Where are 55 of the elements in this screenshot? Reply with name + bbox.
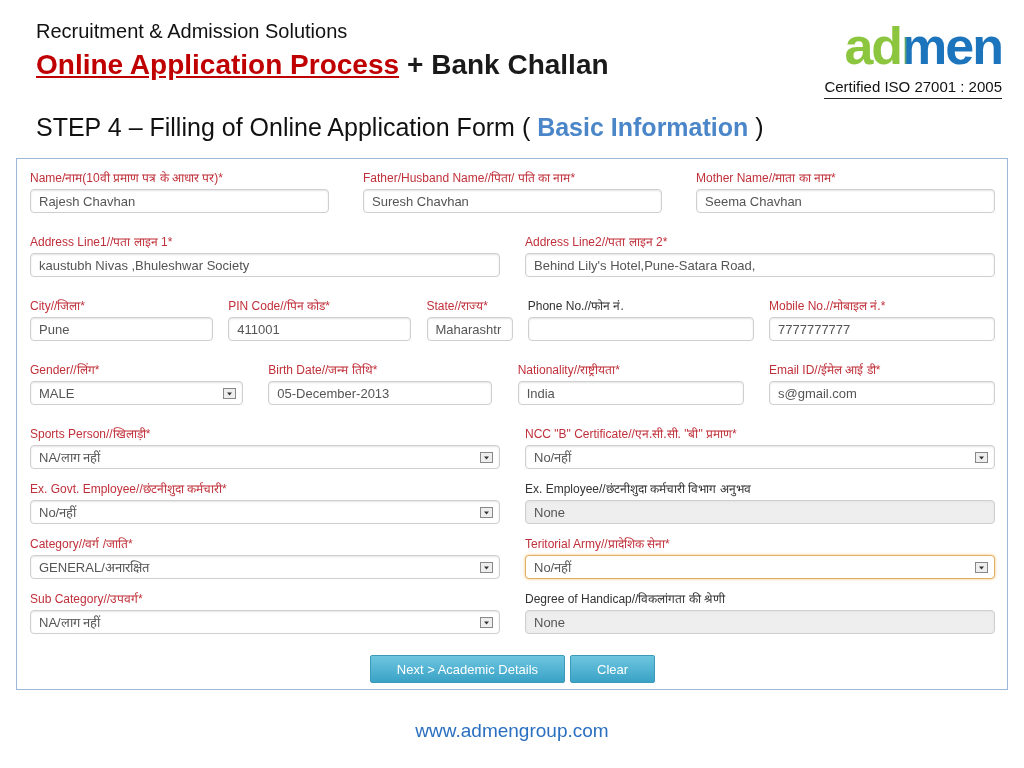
dropdown[interactable]: No/नहीं: [525, 555, 995, 579]
page-title: Online Application Process: [36, 49, 400, 81]
field-label: Ex. Govt. Employee//छंटनीशुदा कर्मचारी*: [30, 481, 228, 497]
field-label: Nationality//राष्ट्रीयता*: [517, 362, 622, 378]
field-label: Sports Person//खिलाड़ी*: [30, 426, 152, 442]
field-label: State//राज्य*: [426, 298, 489, 314]
field-label: Birth Date//जन्म तिथि*: [268, 362, 379, 378]
field-label: Address Line1//पता लाइन 1*: [30, 234, 174, 250]
field-label: Father/Husband Name//पिता/ पति का नाम*: [363, 170, 577, 186]
input-field[interactable]: India: [517, 381, 744, 405]
field-label: PIN Code//पिन कोड*: [228, 298, 331, 314]
caret-icon: [480, 506, 493, 518]
field-label: Name/नाम(10वी प्रमाण पत्र के आधार पर)*: [30, 170, 225, 186]
dropdown[interactable]: MALE: [30, 381, 243, 405]
certification-text: Certified ISO 27001 : 2005: [824, 78, 1002, 99]
dropdown[interactable]: NA/लाग नहीं: [30, 610, 500, 634]
field-label: Mobile No.//मोबाइल नं.*: [769, 298, 887, 314]
dropdown[interactable]: No/नहीं: [525, 445, 995, 469]
field-label: NCC "B" Certificate//एन.सी.सी. "बी" प्रमाण*: [525, 426, 738, 442]
field-label: Ex. Employee//छंटनीशुदा कर्मचारी विभाग अनुभव: [525, 481, 752, 497]
input-field[interactable]: 411001: [228, 317, 412, 341]
field-label: Degree of Handicap//विकलांगता की श्रेणी: [525, 591, 727, 607]
input-field[interactable]: Maharashtr: [426, 317, 513, 341]
page-title-suffix: + Bank Challan: [407, 49, 609, 81]
input-field[interactable]: Pune: [30, 317, 213, 341]
input-field[interactable]: Suresh Chavhan: [363, 189, 662, 213]
dropdown[interactable]: NA/लाग नहीं: [30, 445, 500, 469]
tagline: Recruitment & Admission Solutions: [36, 20, 349, 43]
caret-icon: [975, 561, 988, 573]
dropdown[interactable]: No/नहीं: [30, 500, 500, 524]
caret-icon: [975, 451, 988, 463]
field-label: Phone No.//फोन नं.: [527, 298, 625, 314]
caret-icon: [480, 616, 493, 628]
caret-icon: [223, 387, 236, 399]
input-field[interactable]: 05-December-2013: [268, 381, 493, 405]
field-label: Gender//लिंग*: [30, 362, 101, 378]
field-label: Category//वर्ग /जाति*: [30, 536, 134, 552]
input-field[interactable]: Seema Chavhan: [696, 189, 995, 213]
input-field[interactable]: Behind Lily's Hotel,Pune-Satara Road,: [525, 253, 995, 277]
field-label: Address Line2//पता लाइन 2*: [525, 234, 669, 250]
input-field[interactable]: kaustubh Nivas ,Bhuleshwar Society: [30, 253, 500, 277]
field-label: City//जिला*: [30, 298, 86, 314]
field-label: Teritorial Army//प्रादेशिक सेना*: [525, 536, 671, 552]
caret-icon: [480, 451, 493, 463]
input-field[interactable]: [527, 317, 754, 341]
field-label: Email ID//ईमेल आई डी*: [769, 362, 882, 378]
website-link[interactable]: www.admengroup.com: [415, 720, 609, 742]
input-field[interactable]: s@gmail.com: [769, 381, 995, 405]
input-field[interactable]: Rajesh Chavhan: [30, 189, 329, 213]
caret-icon: [480, 561, 493, 573]
input-field[interactable]: 7777777777: [769, 317, 995, 341]
step-heading: STEP 4 – Filling of Online Application Form ( Basic Information ): [36, 113, 765, 142]
dropdown[interactable]: GENERAL/अनारक्षित: [30, 555, 500, 579]
field-label: Sub Category//उपवर्ग*: [30, 591, 144, 607]
field-label: Mother Name//माता का नाम*: [696, 170, 837, 186]
